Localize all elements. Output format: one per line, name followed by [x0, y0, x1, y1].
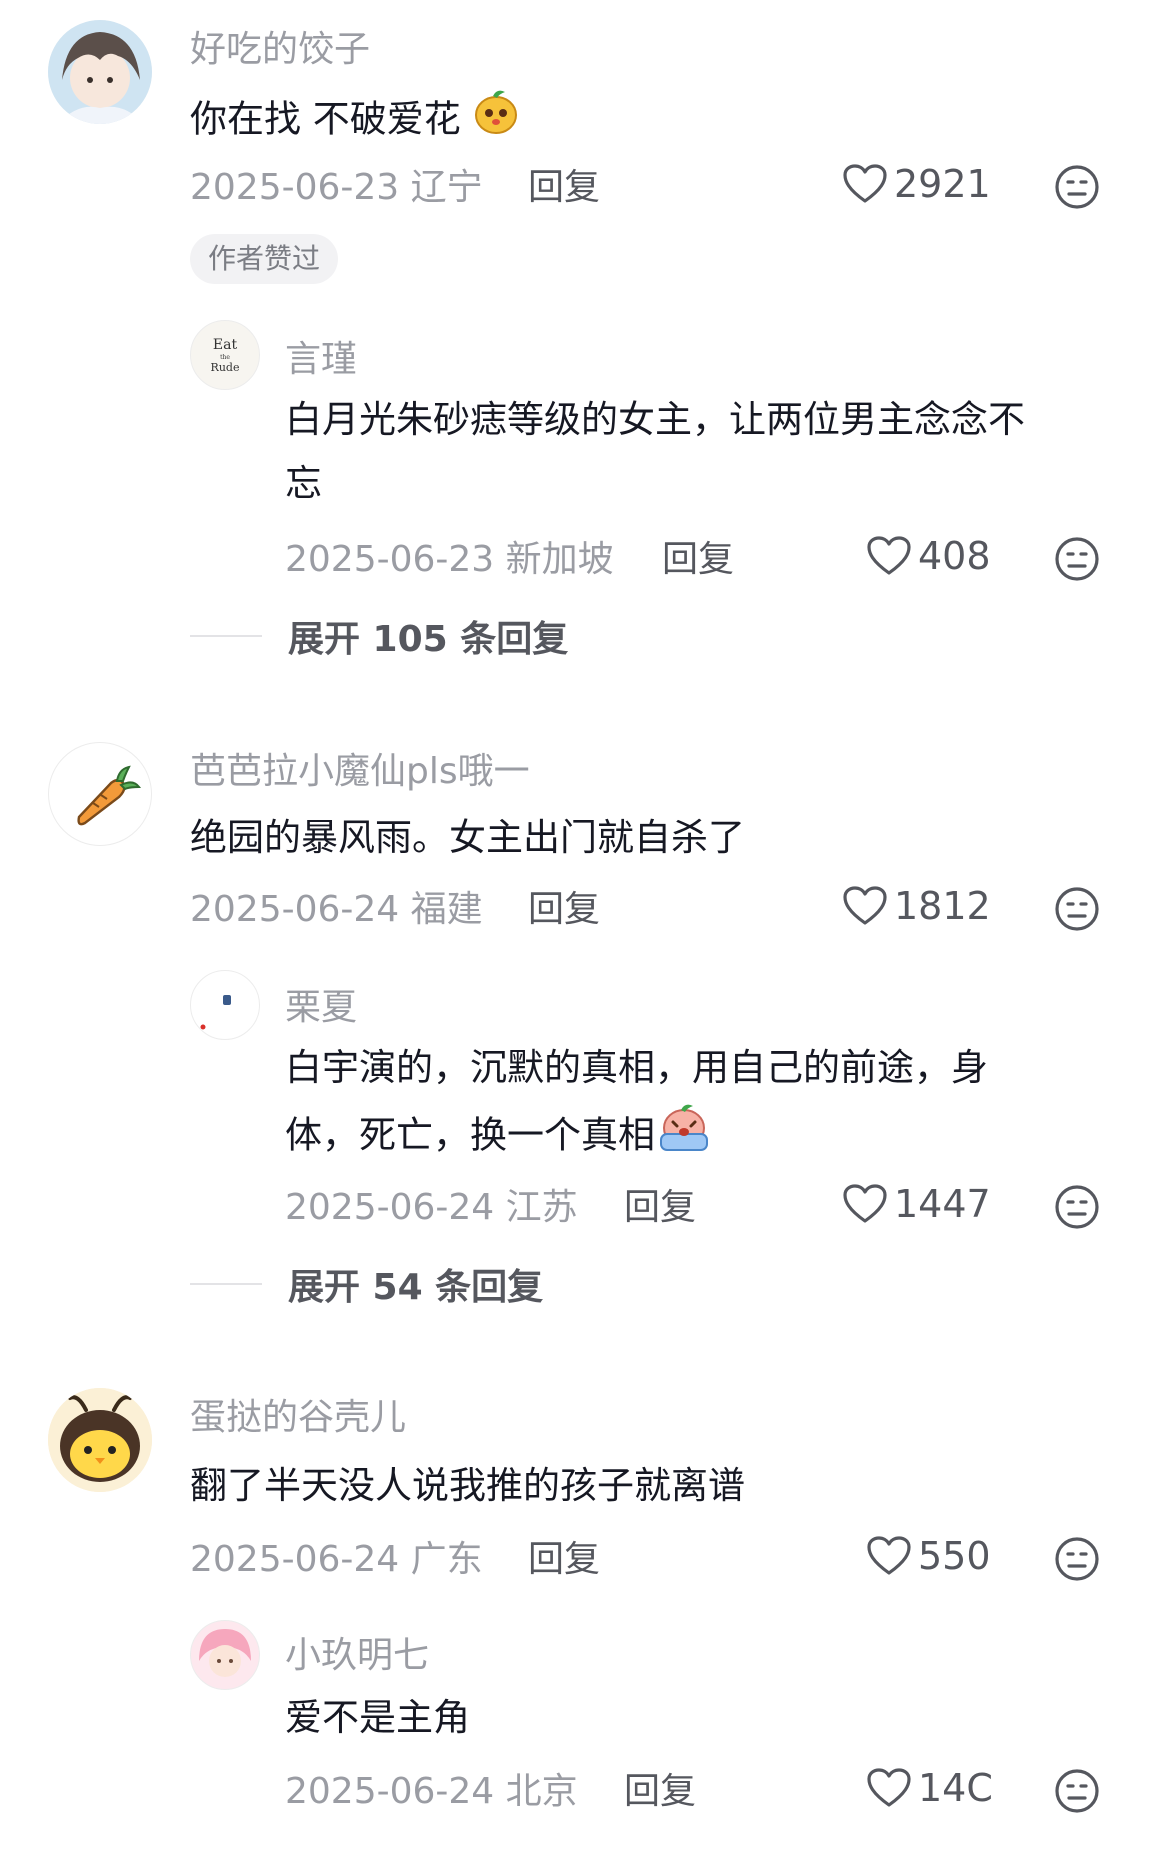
reply-text-line2: 体，死亡，换一个真相	[285, 1100, 711, 1174]
reply-text-line1: 白宇演的，沉默的真相，用自己的前途，身	[285, 1046, 988, 1089]
meh-face-icon[interactable]	[1053, 163, 1101, 211]
comment-date-location: 2025-06-24 广东	[190, 1539, 483, 1580]
meh-face-icon[interactable]	[1053, 1535, 1101, 1583]
avatar-image	[200, 995, 231, 1030]
reply-text-line1: 白月光朱砂痣等级的女主，让两位男主念念不	[285, 398, 1025, 441]
like-count: 2921	[894, 162, 991, 206]
reply-text-line2: 忘	[285, 462, 322, 505]
like-button[interactable]: 1812	[842, 884, 991, 928]
expand-replies-label: 展开 105 条回复	[288, 619, 569, 660]
like-count: 1812	[894, 884, 991, 928]
svg-text:the: the	[220, 354, 230, 361]
heart-outline-icon	[867, 536, 911, 575]
avatar[interactable]: Eat the Rude	[190, 320, 260, 390]
reply-date-location: 2025-06-24 江苏	[285, 1187, 578, 1228]
comment-text: 你在找 不破爱花	[190, 86, 521, 156]
avatar[interactable]	[48, 20, 152, 124]
heart-outline-icon	[843, 1184, 887, 1223]
avatar[interactable]	[48, 742, 152, 846]
reply-button[interactable]: 回复	[528, 880, 600, 932]
meh-face-icon[interactable]	[1053, 1767, 1101, 1815]
comment-text: 绝园的暴风雨。女主出门就自杀了	[190, 816, 745, 859]
like-button[interactable]: 1447	[842, 1182, 991, 1226]
carrot-icon	[77, 765, 142, 826]
like-button[interactable]: 14C	[866, 1766, 993, 1810]
expand-replies-button[interactable]: 展开 54 条回复	[190, 1258, 543, 1310]
mango-emoji-icon	[471, 86, 521, 156]
comment-date-location: 2025-06-23 辽宁	[190, 167, 483, 208]
like-count: 550	[918, 1534, 991, 1578]
heart-outline-icon	[867, 1768, 911, 1807]
heart-outline-icon	[867, 1536, 911, 1575]
reply-text: 爱不是主角	[285, 1696, 470, 1739]
like-button[interactable]: 550	[866, 1534, 991, 1578]
like-count: 1447	[894, 1182, 991, 1226]
reply-date-location: 2025-06-23 新加坡	[285, 539, 614, 580]
reply-button[interactable]: 回复	[528, 1530, 600, 1582]
meh-face-icon[interactable]	[1053, 1183, 1101, 1231]
svg-text:Eat: Eat	[213, 337, 238, 353]
divider-line	[190, 635, 262, 637]
username[interactable]: 蛋挞的谷壳儿	[190, 1388, 406, 1440]
divider-line	[190, 1283, 262, 1285]
avatar[interactable]	[48, 1388, 152, 1492]
expand-replies-label: 展开 54 条回复	[288, 1267, 544, 1308]
heart-outline-icon	[843, 164, 887, 203]
heart-outline-icon	[843, 886, 887, 925]
author-liked-badge: 作者赞过	[190, 234, 339, 284]
username[interactable]: 言瑾	[285, 330, 357, 382]
like-count: 408	[918, 534, 991, 578]
comment-date-location: 2025-06-24 福建	[190, 889, 483, 930]
meh-face-icon[interactable]	[1053, 885, 1101, 933]
meh-face-icon[interactable]	[1053, 535, 1101, 583]
avatar-logo: Eat the Rude	[211, 337, 240, 374]
avatar[interactable]	[190, 970, 260, 1040]
expand-replies-button[interactable]: 展开 105 条回复	[190, 610, 568, 662]
comment-text: 翻了半天没人说我推的孩子就离谱	[190, 1464, 745, 1507]
reply-date-location: 2025-06-24 北京	[285, 1771, 578, 1812]
crying-peach-emoji-icon	[657, 1100, 711, 1174]
avatar-image	[199, 1629, 251, 1677]
username[interactable]: 小玖明七	[285, 1626, 429, 1678]
username[interactable]: 芭芭拉小魔仙pls哦一	[190, 742, 530, 794]
username[interactable]: 栗夏	[285, 978, 357, 1030]
reply-button[interactable]: 回复	[528, 158, 600, 210]
username[interactable]: 好吃的饺子	[190, 20, 370, 72]
like-button[interactable]: 2921	[842, 162, 991, 206]
like-count: 14C	[918, 1766, 993, 1810]
reply-button[interactable]: 回复	[624, 1178, 696, 1230]
avatar[interactable]	[190, 1620, 260, 1690]
svg-text:Rude: Rude	[211, 361, 240, 374]
reply-button[interactable]: 回复	[624, 1762, 696, 1814]
reply-button[interactable]: 回复	[662, 530, 734, 582]
like-button[interactable]: 408	[866, 534, 991, 578]
bee-chick-avatar-icon	[48, 1388, 152, 1492]
